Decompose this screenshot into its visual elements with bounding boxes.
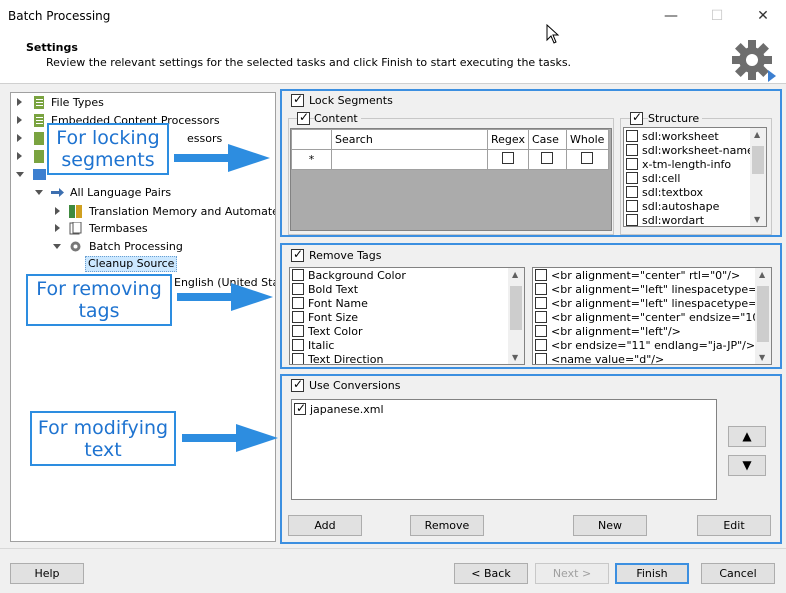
collapse-arrow-icon[interactable] [35, 190, 43, 195]
move-down-button[interactable]: ▼ [728, 455, 766, 476]
move-up-button[interactable]: ▲ [728, 426, 766, 447]
remove-tags-label: Remove Tags [309, 249, 382, 262]
settings-page-icon [34, 114, 44, 127]
tags-list[interactable]: <br alignment="center" rtl="0"/> <br ali… [532, 267, 772, 365]
whole-checkbox[interactable] [581, 152, 594, 164]
expand-arrow-icon[interactable] [17, 98, 22, 106]
translation-memory-icon [69, 205, 82, 218]
wizard-header: Settings Review the relevant settings fo… [0, 32, 786, 84]
tree-item-batch-processing[interactable]: Batch Processing [11, 238, 271, 255]
callout-modifying-text: For modifying text [30, 411, 176, 466]
tree-item-translation-memory[interactable]: Translation Memory and Automated [11, 203, 275, 220]
title-bar: Batch Processing — ☐ ✕ [0, 0, 786, 32]
finish-button[interactable]: Finish [615, 563, 689, 584]
content-grid[interactable]: Search Regex Case Whole * [290, 128, 612, 231]
scroll-up-icon[interactable]: ▲ [759, 270, 765, 279]
structure-list[interactable]: sdl:worksheet sdl:worksheet-name x-tm-le… [623, 127, 767, 227]
formatting-scrollbar[interactable]: ▲ ▼ [508, 268, 524, 364]
gear-icon [70, 241, 81, 252]
callout-removing-tags: For removing tags [26, 274, 172, 326]
expand-arrow-icon[interactable] [17, 152, 22, 160]
tags-scrollbar[interactable]: ▲ ▼ [755, 268, 771, 364]
settings-page-icon [34, 132, 44, 145]
arrow-right-icon [51, 188, 64, 197]
remove-tags-group: Remove Tags Background Color Bold Text F… [280, 243, 782, 369]
tree-item-file-types[interactable]: File Types [11, 94, 271, 111]
use-conversions-group: Use Conversions japanese.xml ▲ ▼ Add Rem… [280, 374, 782, 544]
regex-checkbox[interactable] [501, 152, 514, 164]
expand-arrow-icon[interactable] [17, 116, 22, 124]
project-icon [33, 169, 46, 180]
collapse-arrow-icon[interactable] [53, 244, 61, 249]
structure-label: Structure [648, 112, 703, 125]
settings-page-icon [34, 96, 44, 109]
use-conversions-label: Use Conversions [309, 379, 401, 392]
lock-segments-group: Lock Segments Content Search Regex Case … [280, 89, 782, 237]
column-header-regex[interactable]: Regex [487, 129, 529, 150]
remove-button[interactable]: Remove [410, 515, 484, 536]
scroll-down-icon[interactable]: ▼ [759, 353, 765, 362]
termbase-icon [69, 222, 82, 235]
case-checkbox[interactable] [541, 152, 554, 164]
content-checkbox[interactable] [297, 110, 310, 125]
new-row-marker: * [291, 149, 332, 170]
remove-tags-checkbox[interactable] [291, 247, 304, 262]
scroll-down-icon[interactable]: ▼ [512, 353, 518, 362]
cancel-button[interactable]: Cancel [701, 563, 775, 584]
arrow-right-icon [182, 424, 278, 452]
content-label: Content [314, 112, 361, 125]
collapse-arrow-icon[interactable] [16, 172, 24, 177]
scroll-up-icon[interactable]: ▲ [512, 270, 518, 279]
arrow-right-icon [174, 144, 270, 172]
checklist-icon [34, 150, 44, 163]
tree-item-all-language-pairs[interactable]: All Language Pairs [11, 184, 271, 201]
conversion-checkbox[interactable] [294, 401, 306, 415]
new-button[interactable]: New [573, 515, 647, 536]
scroll-down-icon[interactable]: ▼ [754, 215, 760, 224]
structure-scrollbar[interactable]: ▲ ▼ [750, 128, 766, 226]
expand-arrow-icon[interactable] [55, 224, 60, 232]
scroll-up-icon[interactable]: ▲ [754, 130, 760, 139]
page-description: Review the relevant settings for the sel… [46, 56, 572, 69]
conversions-list[interactable]: japanese.xml [291, 399, 717, 500]
formatting-list[interactable]: Background Color Bold Text Font Name Fon… [289, 267, 525, 365]
tree-item-cleanup-source[interactable]: Cleanup Source [11, 256, 271, 273]
minimize-button[interactable]: — [648, 0, 694, 32]
column-header-search[interactable]: Search [331, 129, 488, 150]
lock-segments-label: Lock Segments [309, 94, 393, 107]
maximize-button: ☐ [710, 8, 724, 24]
column-header-case[interactable]: Case [527, 129, 567, 150]
expand-arrow-icon[interactable] [55, 207, 60, 215]
edit-button[interactable]: Edit [697, 515, 771, 536]
use-conversions-checkbox[interactable] [291, 377, 304, 392]
callout-locking-segments: For locking segments [47, 123, 169, 175]
wizard-footer: Help < Back Next > Finish Cancel [0, 548, 786, 593]
search-cell[interactable] [331, 149, 488, 170]
structure-checkbox[interactable] [630, 110, 643, 125]
back-button[interactable]: < Back [454, 563, 528, 584]
help-button[interactable]: Help [10, 563, 84, 584]
tree-item-termbases[interactable]: Termbases [11, 220, 271, 237]
expand-arrow-icon[interactable] [17, 134, 22, 142]
add-button[interactable]: Add [288, 515, 362, 536]
selected-tree-label: Cleanup Source [85, 256, 178, 272]
mouse-cursor-icon [546, 24, 560, 44]
lock-segments-checkbox[interactable] [291, 92, 304, 107]
column-header-whole[interactable]: Whole [565, 129, 609, 150]
close-button[interactable]: ✕ [740, 0, 786, 32]
gear-icon [732, 40, 776, 82]
arrow-right-icon [177, 283, 273, 311]
page-title: Settings [26, 41, 78, 54]
window-title: Batch Processing [8, 9, 111, 23]
next-button: Next > [535, 563, 609, 584]
